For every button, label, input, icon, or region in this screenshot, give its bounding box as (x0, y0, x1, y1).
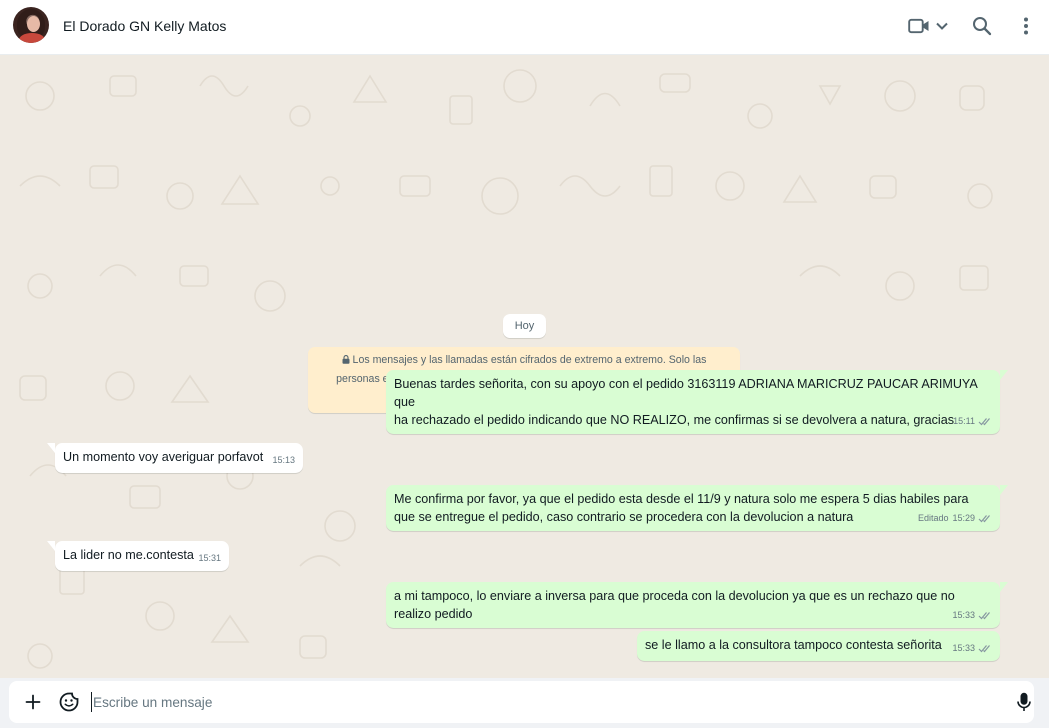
message-text: Me confirma por favor, ya que el pedido … (394, 492, 969, 524)
voice-message-button[interactable] (1012, 690, 1036, 714)
message-meta: Editado 15:29 (918, 509, 992, 527)
message-composer (0, 678, 1049, 728)
lock-icon (342, 355, 350, 364)
message-text: a mi tampoco, lo enviare a inversa para … (394, 589, 955, 621)
video-call-button[interactable] (904, 12, 952, 40)
contact-avatar[interactable] (13, 7, 49, 43)
message-time: 15:11 (953, 416, 975, 426)
message-time: 15:29 (952, 513, 975, 523)
message-text: Buenas tardes señorita, con su apoyo con… (394, 377, 978, 427)
message-outgoing[interactable]: se le llamo a la consultora tampoco cont… (637, 631, 1000, 661)
edited-label: Editado (917, 513, 949, 523)
composer-box (9, 681, 1034, 723)
message-text: se le llamo a la consultora tampoco cont… (645, 638, 942, 652)
emoji-sticker-button[interactable] (57, 690, 81, 714)
sticker-icon (59, 692, 79, 712)
message-time: 15:33 (952, 610, 975, 620)
message-incoming[interactable]: Un momento voy averiguar porfavot 15:13 (47, 443, 303, 473)
chat-header: El Dorado GN Kelly Matos (0, 0, 1049, 55)
message-meta: 15:33 (952, 639, 992, 657)
double-check-icon (978, 514, 990, 522)
message-input[interactable] (91, 692, 991, 712)
menu-button[interactable] (1012, 12, 1040, 40)
message-list[interactable]: Hoy Los mensajes y las llamadas están ci… (0, 56, 1049, 678)
contact-name[interactable]: El Dorado GN Kelly Matos (63, 18, 226, 34)
double-check-icon (978, 417, 990, 425)
message-meta: 15:11 (953, 412, 992, 430)
message-meta: 15:33 (952, 606, 992, 624)
message-meta: 15:13 (272, 451, 295, 469)
message-text: La lider no me.contesta (63, 548, 194, 562)
message-incoming[interactable]: La lider no me.contesta 15:31 (47, 541, 229, 571)
message-outgoing[interactable]: a mi tampoco, lo enviare a inversa para … (386, 582, 1008, 628)
plus-icon (25, 694, 41, 710)
double-check-icon (978, 611, 990, 619)
search-button[interactable] (968, 12, 996, 40)
more-vertical-icon (1024, 17, 1028, 35)
message-time: 15:33 (952, 643, 975, 653)
search-icon (973, 17, 992, 36)
date-separator: Hoy (503, 314, 546, 338)
avatar-face (27, 16, 40, 32)
message-time: 15:31 (198, 553, 221, 563)
message-time: 15:13 (272, 455, 295, 465)
video-call-icon (907, 18, 928, 34)
avatar-shirt (19, 33, 45, 43)
message-outgoing[interactable]: Me confirma por favor, ya que el pedido … (386, 485, 1008, 531)
double-check-icon (978, 644, 990, 652)
encryption-notice-line-1: Los mensajes y las llamadas están cifrad… (320, 351, 728, 370)
message-meta: 15:31 (198, 549, 221, 567)
message-outgoing[interactable]: Buenas tardes señorita, con su apoyo con… (386, 370, 1008, 434)
microphone-icon (1017, 692, 1031, 711)
chevron-down-icon (935, 22, 948, 30)
attach-button[interactable] (21, 690, 45, 714)
message-text: Un momento voy averiguar porfavot (63, 450, 264, 464)
